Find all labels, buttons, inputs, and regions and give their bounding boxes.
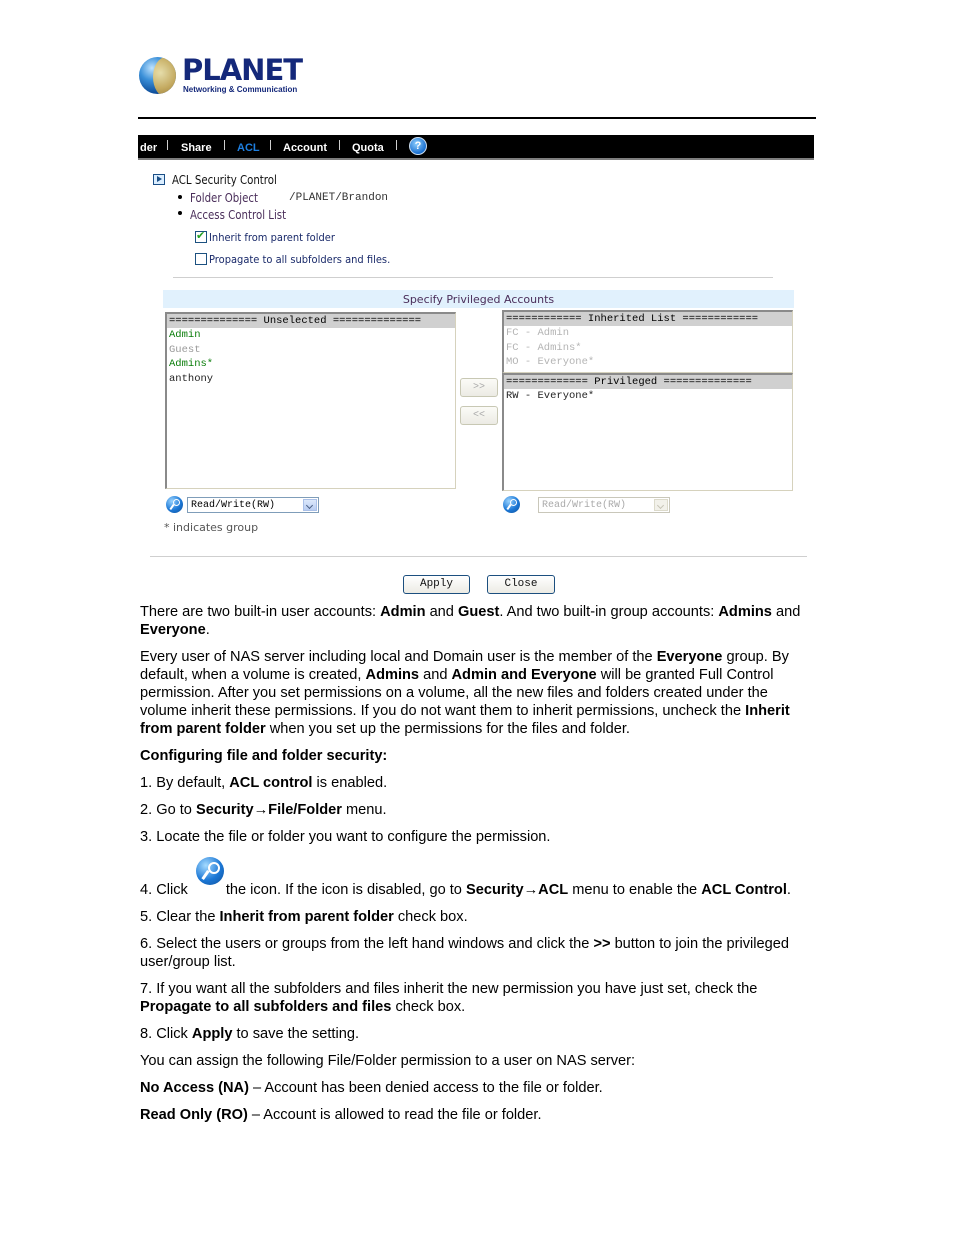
list-item[interactable]: anthony xyxy=(167,372,455,387)
permission-read-only: Read Only (RO) – Account is allowed to r… xyxy=(140,1107,542,1123)
section-heading: Configuring file and folder security: xyxy=(140,748,388,764)
section-title: ACL Security Control xyxy=(172,173,277,187)
paragraph-permissions-intro: You can assign the following File/Folder… xyxy=(140,1053,636,1069)
acl-list-label: Access Control List xyxy=(190,208,287,222)
inherit-checkbox-label[interactable]: Inherit from parent folder xyxy=(209,231,335,244)
key-icon[interactable] xyxy=(166,496,183,513)
help-icon[interactable]: ? xyxy=(409,137,427,155)
bullet-icon xyxy=(178,211,182,215)
right-permission-value: Read/Write(RW) xyxy=(542,500,627,511)
list-item[interactable]: Admin xyxy=(167,328,455,343)
apply-button[interactable]: Apply xyxy=(403,575,470,594)
specify-accounts-bar: Specify Privileged Accounts xyxy=(163,290,794,308)
section-arrow-icon xyxy=(153,174,165,185)
step-7: 7. If you want all the subfolders and fi… xyxy=(140,981,758,1015)
unselected-listbox[interactable]: ============== Unselected ==============… xyxy=(165,312,456,489)
nav-separator xyxy=(270,140,271,150)
planet-logo: PLANET Networking & Communication xyxy=(139,53,303,97)
permission-no-access: No Access (NA) – Account has been denied… xyxy=(140,1080,603,1096)
key-icon xyxy=(195,857,224,885)
top-nav-bar: der Share ACL Account Quota ? xyxy=(138,135,814,160)
remove-from-privileged-button[interactable]: << xyxy=(460,406,498,425)
propagate-checkbox[interactable] xyxy=(195,253,207,265)
list-item[interactable]: RW - Everyone* xyxy=(504,389,792,404)
nav-separator xyxy=(339,140,340,150)
nav-separator xyxy=(167,140,168,150)
privileged-header: ============= Privileged ============== xyxy=(504,375,792,389)
folder-object-value: /PLANET/Brandon xyxy=(289,192,389,204)
nav-item-folder[interactable]: der xyxy=(140,142,157,154)
add-to-privileged-button[interactable]: >> xyxy=(460,378,498,397)
paragraph-builtin-accounts: There are two built-in user accounts: Ad… xyxy=(140,604,801,638)
logo-wordmark: PLANET xyxy=(182,53,303,87)
list-item: FC - Admin xyxy=(506,327,570,339)
privileged-listbox[interactable]: ============= Privileged ============== … xyxy=(502,373,793,491)
group-note: * indicates group xyxy=(164,521,259,534)
inherited-header: ============ Inherited List ============ xyxy=(504,312,792,326)
nav-item-quota[interactable]: Quota xyxy=(352,142,384,154)
logo-tagline: Networking & Communication xyxy=(183,85,298,94)
right-permission-select: Read/Write(RW) xyxy=(538,497,670,513)
key-icon[interactable] xyxy=(503,496,520,513)
acl-dialog-screenshot: der Share ACL Account Quota ? ACL Securi… xyxy=(138,135,814,597)
list-item[interactable]: Guest xyxy=(167,343,455,358)
inherit-checkbox[interactable] xyxy=(195,229,207,243)
nav-item-account[interactable]: Account xyxy=(283,142,327,154)
bullet-icon xyxy=(178,195,182,199)
propagate-checkbox-label[interactable]: Propagate to all subfolders and files. xyxy=(209,253,390,266)
step-6: 6. Select the users or groups from the l… xyxy=(140,936,790,970)
chevron-down-icon[interactable] xyxy=(303,499,317,511)
left-permission-select[interactable]: Read/Write(RW) xyxy=(187,497,319,513)
paragraph-everyone-group: Every user of NAS server including local… xyxy=(140,649,790,737)
chevron-down-icon xyxy=(654,499,668,511)
list-item: FC - Admins* xyxy=(506,341,582,354)
specify-accounts-title: Specify Privileged Accounts xyxy=(402,293,555,306)
left-permission-value: Read/Write(RW) xyxy=(191,500,276,511)
step-1: 1. By default, ACL control is enabled. xyxy=(140,775,388,791)
step-8: 8. Click Apply to save the setting. xyxy=(140,1026,360,1042)
step-4: 4. Click the icon. If the icon is disable… xyxy=(140,857,818,899)
step-2: 2. Go to Security→File/Folder menu. xyxy=(140,802,387,818)
inherited-listbox[interactable]: ============ Inherited List ============… xyxy=(502,310,793,373)
folder-object-label: Folder Object xyxy=(190,191,258,205)
step-3: 3. Locate the file or folder you want to… xyxy=(140,829,551,845)
list-item[interactable]: Admins* xyxy=(167,357,455,372)
close-button[interactable]: Close xyxy=(487,575,555,594)
nav-item-share[interactable]: Share xyxy=(181,142,212,154)
nav-item-acl[interactable]: ACL xyxy=(237,142,260,154)
globe-icon xyxy=(139,57,176,94)
unselected-header: ============== Unselected ============== xyxy=(167,314,455,328)
step-5: 5. Clear the Inherit from parent folder … xyxy=(140,909,468,925)
list-item: MO - Everyone* xyxy=(506,356,595,368)
nav-separator xyxy=(396,140,397,150)
document-body: There are two built-in user accounts: Ad… xyxy=(140,603,818,1133)
divider xyxy=(173,277,773,278)
divider xyxy=(150,556,807,557)
nav-separator xyxy=(224,140,225,150)
header-divider xyxy=(138,117,816,119)
